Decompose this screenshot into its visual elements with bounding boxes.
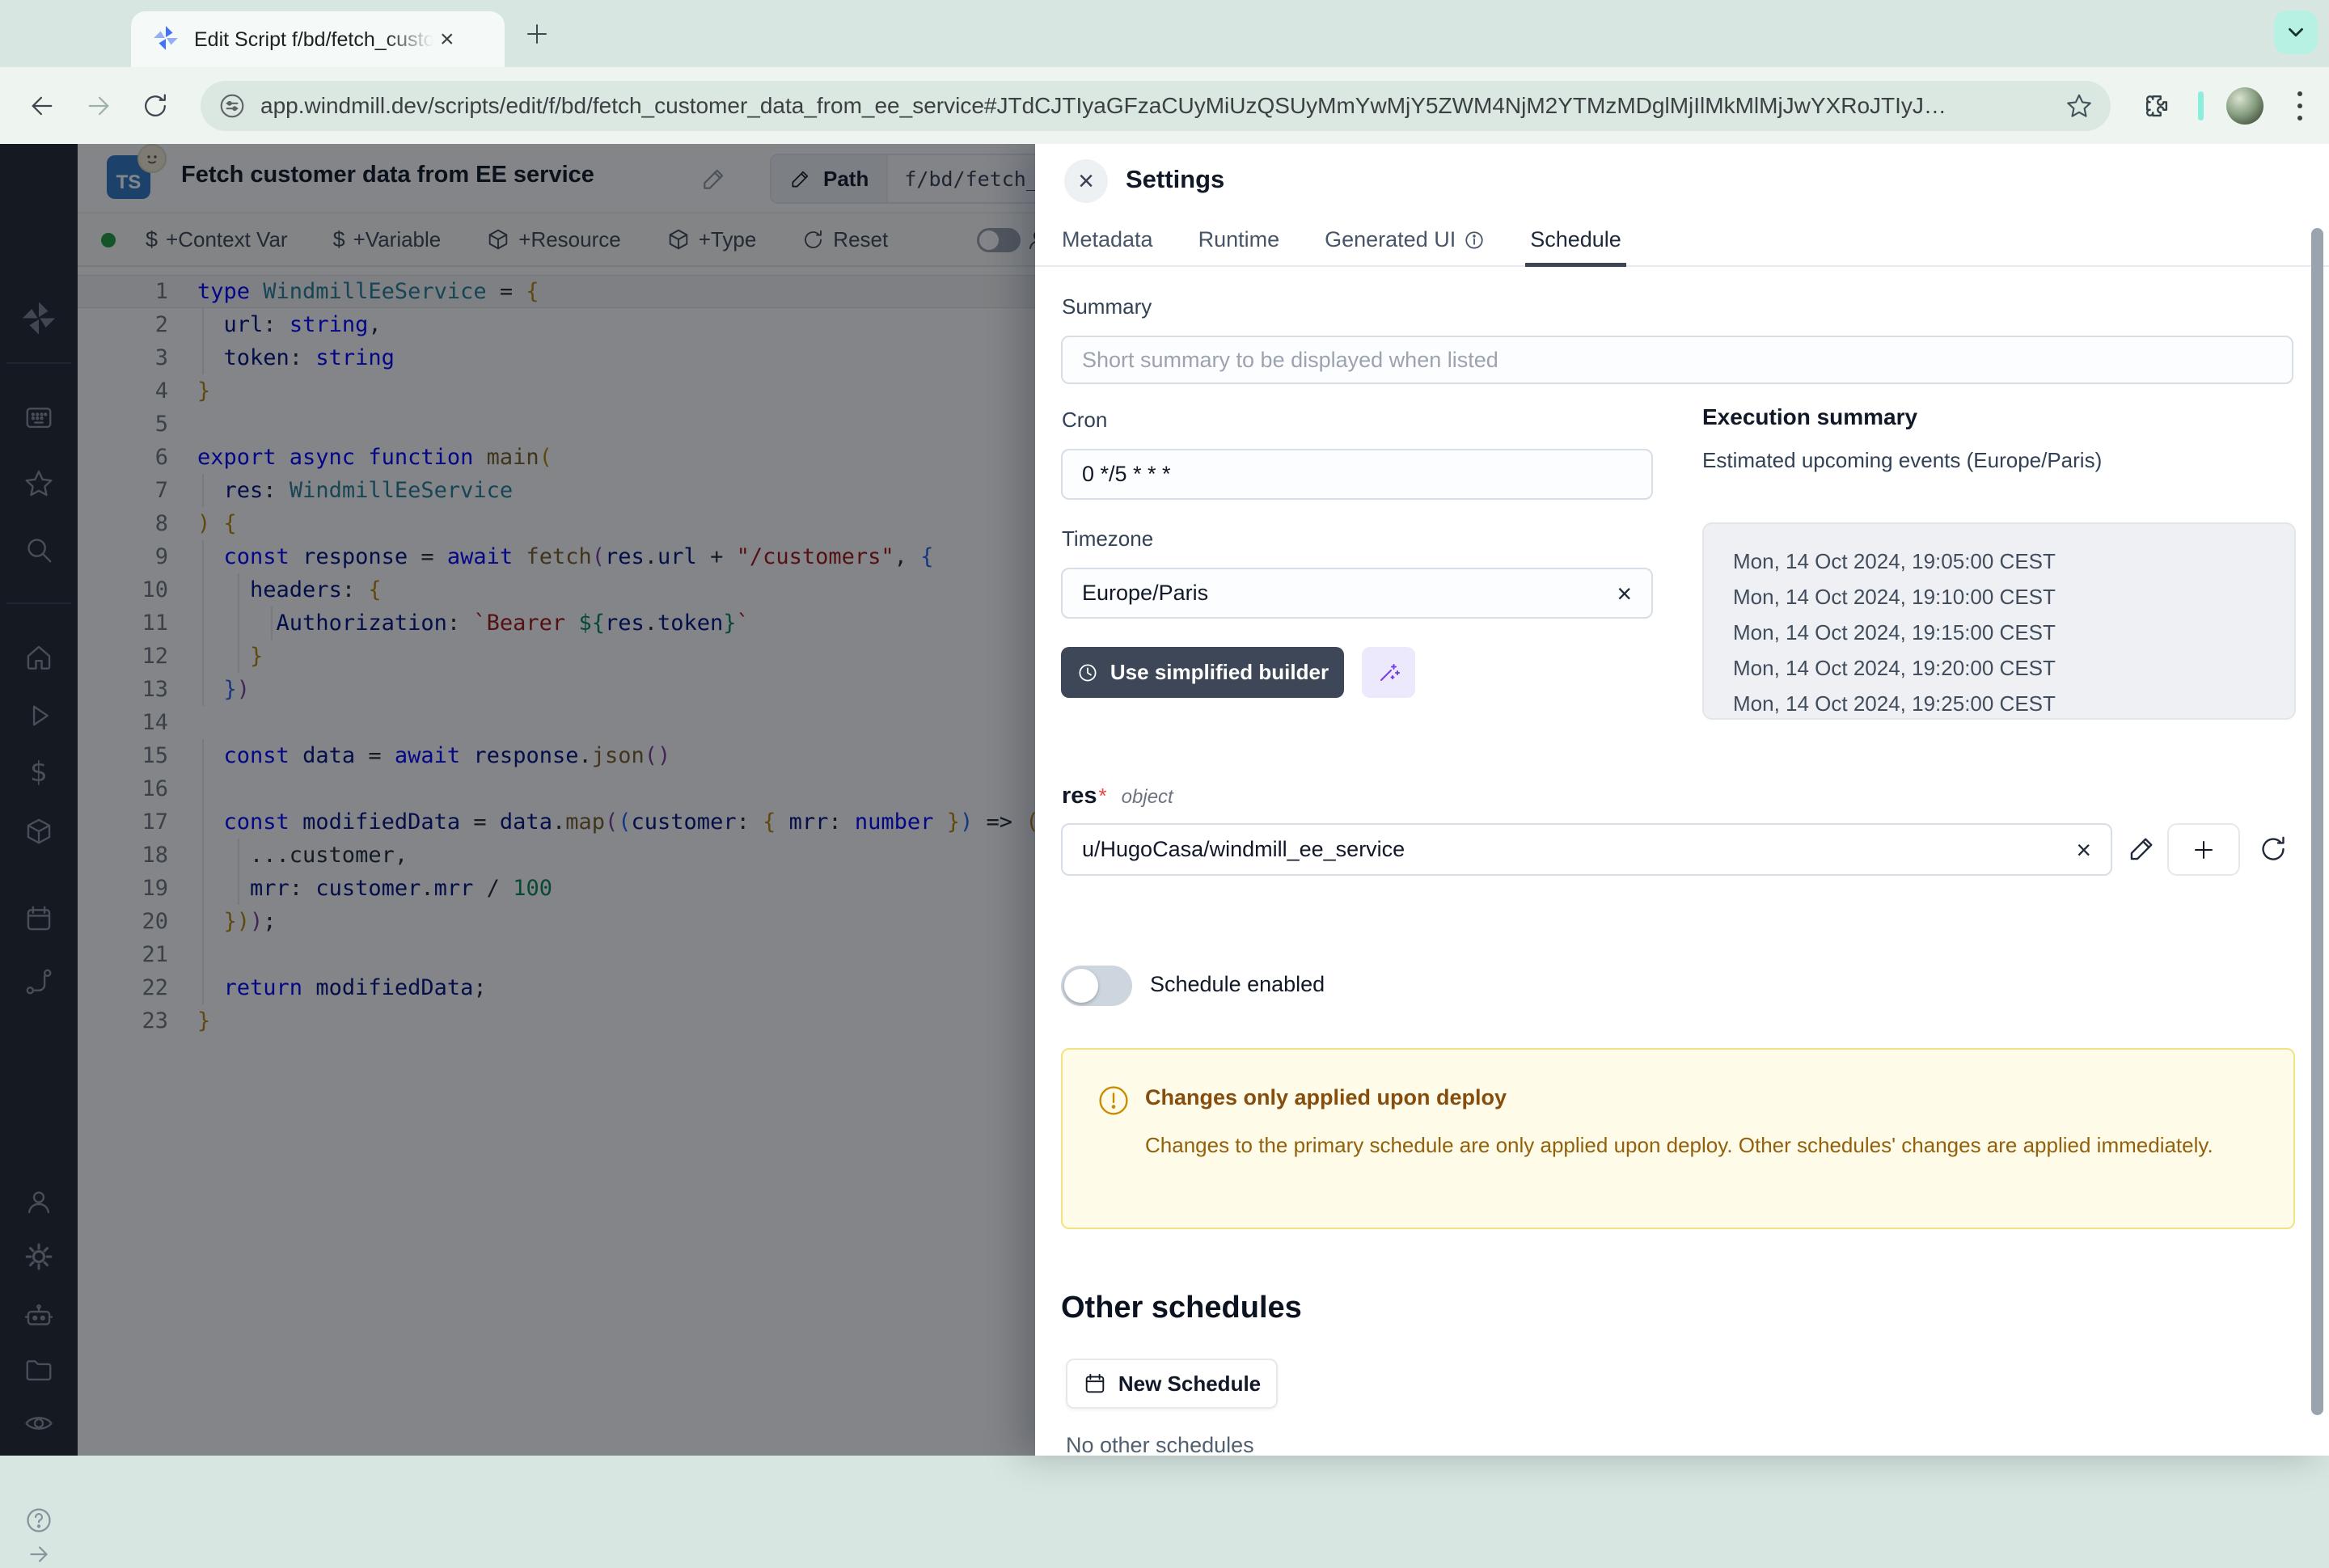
warning-title: Changes only applied upon deploy xyxy=(1145,1085,1507,1110)
settings-drawer: × Settings Metadata Runtime Generated UI Sc… xyxy=(1035,144,2329,1456)
cron-value: 0 */5 * * * xyxy=(1082,462,1171,487)
tab-strip: Edit Script f/bd/fetch_customer × xyxy=(0,0,2329,67)
site-info-icon[interactable] xyxy=(218,92,246,120)
ai-cron-button[interactable] xyxy=(1362,647,1415,698)
active-extension-indicator xyxy=(2198,91,2204,120)
tab-runtime[interactable]: Runtime xyxy=(1198,214,1280,265)
execution-event: Mon, 14 Oct 2024, 19:15:00 CEST xyxy=(1733,615,2294,650)
tab-list-chevron-icon[interactable] xyxy=(2274,11,2318,54)
new-schedule-button[interactable]: New Schedule xyxy=(1066,1359,1278,1409)
execution-event: Mon, 14 Oct 2024, 19:20:00 CEST xyxy=(1733,650,2294,686)
settings-title: Settings xyxy=(1126,165,1224,194)
clock-icon xyxy=(1076,661,1099,684)
close-tab-icon[interactable]: × xyxy=(440,27,454,52)
res-field-name: res xyxy=(1062,783,1097,809)
browser-tab[interactable]: Edit Script f/bd/fetch_customer × xyxy=(131,11,505,68)
deploy-warning-box: Changes only applied upon deploy Changes… xyxy=(1061,1048,2295,1229)
help-icon[interactable] xyxy=(24,1506,53,1535)
browser-menu-icon[interactable] xyxy=(2297,91,2302,120)
schedule-enabled-label: Schedule enabled xyxy=(1150,972,1325,997)
bookmark-star-icon[interactable] xyxy=(2065,92,2093,120)
res-field-header: res * object xyxy=(1062,783,1173,809)
use-simplified-builder-button[interactable]: Use simplified builder xyxy=(1061,647,1344,698)
tab-title: Edit Script f/bd/fetch_customer xyxy=(194,28,433,52)
settings-tabs: Metadata Runtime Generated UI Schedule xyxy=(1035,214,2329,267)
schedule-enabled-toggle[interactable] xyxy=(1061,966,1132,1006)
timezone-value: Europe/Paris xyxy=(1082,581,1208,606)
back-icon[interactable] xyxy=(27,91,57,120)
tab-label: Schedule xyxy=(1530,227,1621,252)
no-other-schedules-text: No other schedules xyxy=(1066,1433,1254,1456)
summary-input[interactable]: Short summary to be displayed when liste… xyxy=(1061,336,2293,384)
resource-value: u/HugoCasa/windmill_ee_service xyxy=(1082,837,1405,862)
tab-generated-ui[interactable]: Generated UI xyxy=(1325,214,1485,265)
profile-avatar[interactable] xyxy=(2226,87,2263,125)
url-bar[interactable]: app.windmill.dev/scripts/edit/f/bd/fetch… xyxy=(201,81,2111,131)
execution-summary-subtitle: Estimated upcoming events (Europe/Paris) xyxy=(1702,448,2102,473)
edit-resource-pencil-icon[interactable] xyxy=(2127,833,2158,864)
add-resource-plus-button[interactable] xyxy=(2167,823,2240,876)
panel-scrollbar[interactable] xyxy=(2311,228,2323,1415)
calendar-icon xyxy=(1083,1371,1107,1396)
close-icon[interactable]: × xyxy=(1064,159,1108,203)
execution-event: Mon, 14 Oct 2024, 19:25:00 CEST xyxy=(1733,686,2294,721)
res-field-type: object xyxy=(1122,786,1173,809)
collapse-arrow-icon[interactable] xyxy=(25,1541,53,1568)
reload-icon[interactable] xyxy=(141,91,170,120)
refresh-resource-icon[interactable] xyxy=(2258,834,2289,864)
browser-chrome: Edit Script f/bd/fetch_customer × app.wi… xyxy=(0,0,2329,144)
other-schedules-title: Other schedules xyxy=(1061,1291,1302,1325)
browser-navbar: app.windmill.dev/scripts/edit/f/bd/fetch… xyxy=(0,67,2329,144)
tab-schedule[interactable]: Schedule xyxy=(1530,214,1621,265)
tab-label: Metadata xyxy=(1062,227,1153,252)
extensions-puzzle-icon[interactable] xyxy=(2141,91,2172,121)
execution-summary-title: Execution summary xyxy=(1702,404,1917,430)
summary-placeholder: Short summary to be displayed when liste… xyxy=(1082,348,1498,373)
new-tab-icon[interactable] xyxy=(524,21,550,47)
forward-icon[interactable] xyxy=(84,91,113,120)
info-icon[interactable] xyxy=(1464,230,1485,251)
clear-timezone-icon[interactable]: × xyxy=(1617,581,1632,606)
windmill-favicon xyxy=(152,24,180,56)
cron-label: Cron xyxy=(1062,408,1107,433)
tab-metadata[interactable]: Metadata xyxy=(1062,214,1153,265)
use-simplified-builder-label: Use simplified builder xyxy=(1110,660,1329,685)
execution-events-box: Mon, 14 Oct 2024, 19:05:00 CESTMon, 14 O… xyxy=(1702,522,2296,720)
clear-resource-icon[interactable]: × xyxy=(2076,837,2091,863)
timezone-input[interactable]: Europe/Paris × xyxy=(1061,568,1653,619)
warning-body: Changes to the primary schedule are only… xyxy=(1145,1127,2253,1163)
magic-wand-icon xyxy=(1376,660,1401,686)
timezone-label: Timezone xyxy=(1062,526,1153,552)
warning-icon xyxy=(1097,1084,1131,1118)
cron-input[interactable]: 0 */5 * * * xyxy=(1061,449,1653,500)
tab-label: Runtime xyxy=(1198,227,1280,252)
tab-label: Generated UI xyxy=(1325,227,1456,252)
summary-label: Summary xyxy=(1062,294,1152,319)
execution-event: Mon, 14 Oct 2024, 19:10:00 CEST xyxy=(1733,579,2294,615)
url-text[interactable]: app.windmill.dev/scripts/edit/f/bd/fetch… xyxy=(260,93,2054,119)
required-marker: * xyxy=(1099,784,1107,809)
new-schedule-label: New Schedule xyxy=(1118,1371,1261,1397)
modal-dim-overlay xyxy=(0,144,1035,1456)
execution-event: Mon, 14 Oct 2024, 19:05:00 CEST xyxy=(1733,543,2294,579)
resource-input[interactable]: u/HugoCasa/windmill_ee_service × xyxy=(1061,823,2112,876)
